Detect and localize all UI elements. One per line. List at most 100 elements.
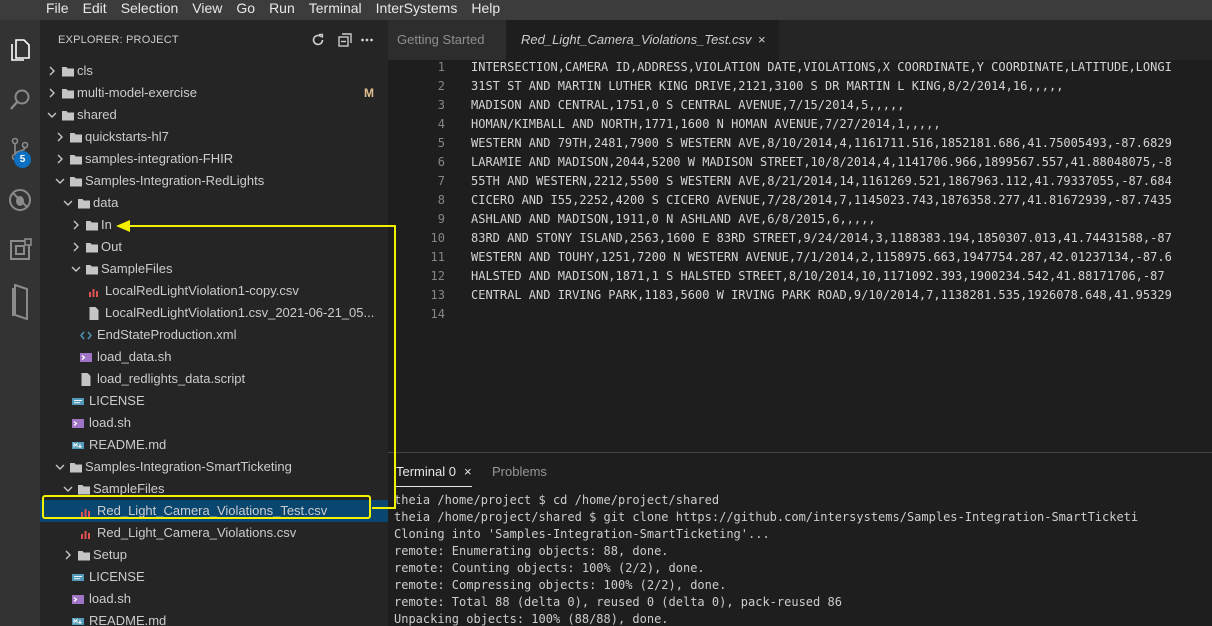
code-editor[interactable]: INTERSECTION,CAMERA ID,ADDRESS,VIOLATION… [471,58,1212,324]
terminal-output[interactable]: theia /home/project $ cd /home/project/s… [394,492,1212,626]
close-tab-icon[interactable]: × [758,20,766,60]
tab-getting-started[interactable]: Getting Started [388,20,506,60]
tree-item-label: samples-integration-FHIR [85,151,234,166]
tree-item-label: LocalRedLightViolation1.csv_2021-06-21_0… [105,305,375,320]
tree-item-endstateproduction-xml[interactable]: EndStateProduction.xml [40,324,388,346]
tree-item-load-sh[interactable]: load.sh [40,588,388,610]
menu-help[interactable]: Help [464,0,507,20]
more-icon[interactable] [358,31,376,49]
menu-go[interactable]: Go [229,0,262,20]
line-number: 11 [430,250,445,264]
line-number: 1 [437,60,445,74]
folder-icon [85,258,99,280]
menu-edit[interactable]: Edit [76,0,114,20]
line-number: 12 [430,269,445,283]
activity-bar: 5 [0,20,40,626]
tree-item-localredlightviolation1-copy-csv[interactable]: LocalRedLightViolation1-copy.csv [40,280,388,302]
close-terminal-icon[interactable]: × [464,464,472,479]
tree-item-samples-integration-fhir[interactable]: samples-integration-FHIR [40,148,388,170]
tree-item-label: SampleFiles [101,261,173,276]
line-number: 4 [437,117,445,131]
chevron-right-icon[interactable] [70,214,82,236]
tree-item-quickstarts-hl7[interactable]: quickstarts-hl7 [40,126,388,148]
menu-file[interactable]: File [0,0,76,20]
panel-tab-bar: Terminal 0 × Problems [388,453,1212,491]
line-number: 10 [430,231,445,245]
chevron-right-icon[interactable] [54,126,66,148]
tree-item-cls[interactable]: cls [40,60,388,82]
menu-terminal[interactable]: Terminal [302,0,369,20]
tree-item-load-data-sh[interactable]: load_data.sh [40,346,388,368]
tree-item-out[interactable]: Out [40,236,388,258]
tree-item-samplefiles[interactable]: SampleFiles [40,478,388,500]
chevron-down-icon[interactable] [46,104,58,126]
chevron-right-icon[interactable] [46,82,58,104]
tab-terminal[interactable]: Terminal 0 × [396,463,472,487]
tree-item-samples-integration-smartticketing[interactable]: Samples-Integration-SmartTicketing [40,456,388,478]
tree-item-samples-integration-redlights[interactable]: Samples-Integration-RedLights [40,170,388,192]
chevron-right-icon[interactable] [62,544,74,566]
menu-run[interactable]: Run [262,0,302,20]
chevron-down-icon[interactable] [62,192,74,214]
folder-icon [85,236,99,258]
tree-item-label: load_redlights_data.script [97,371,246,386]
chevron-down-icon[interactable] [70,258,82,280]
chevron-down-icon[interactable] [62,478,74,500]
tab-label: Terminal 0 [396,464,456,479]
tree-item-label: LICENSE [89,393,145,408]
menu-view[interactable]: View [185,0,229,20]
chevron-down-icon[interactable] [54,456,66,478]
tree-item-label: load.sh [89,415,131,430]
chevron-right-icon[interactable] [46,60,58,82]
source-control-icon[interactable]: 5 [0,130,40,170]
search-icon[interactable] [0,80,40,120]
code-line: LARAMIE AND MADISON,2044,5200 W MADISON … [471,155,1172,169]
sh-file-icon [79,346,93,368]
collapse-all-icon[interactable] [336,31,354,49]
tab-problems[interactable]: Problems [492,463,547,487]
tree-item-in[interactable]: In [40,214,388,236]
editor-tab-bar: Getting Started Red_Light_Camera_Violati… [388,20,1212,60]
tree-item-license[interactable]: LICENSE [40,566,388,588]
tree-item-load-sh[interactable]: load.sh [40,412,388,434]
tree-item-localredlightviolation1-csv-2021-06-21-05[interactable]: LocalRedLightViolation1.csv_2021-06-21_0… [40,302,388,324]
tree-item-red-light-camera-violations-test-csv[interactable]: Red_Light_Camera_Violations_Test.csv [40,500,388,522]
tree-item-readme-md[interactable]: README.md [40,610,388,626]
tree-item-label: Samples-Integration-SmartTicketing [85,459,292,474]
tree-item-license[interactable]: LICENSE [40,390,388,412]
tree-item-shared[interactable]: shared [40,104,388,126]
folder-icon [85,214,99,236]
extensions-icon[interactable] [0,230,40,270]
tree-item-label: Red_Light_Camera_Violations_Test.csv [97,503,328,518]
chevron-down-icon[interactable] [54,170,66,192]
xml-file-icon [79,324,93,346]
refresh-icon[interactable] [309,31,327,49]
modified-badge: M [364,86,374,100]
tree-item-data[interactable]: data [40,192,388,214]
tree-item-multi-model-exercise[interactable]: multi-model-exercise M [40,82,388,104]
csv-file-icon [79,522,93,544]
tree-item-setup[interactable]: Setup [40,544,388,566]
objectscript-icon[interactable] [0,282,40,322]
csv-file-icon [87,280,101,302]
tree-item-red-light-camera-violations-csv[interactable]: Red_Light_Camera_Violations.csv [40,522,388,544]
folder-icon [69,456,83,478]
tree-item-load-redlights-data-script[interactable]: load_redlights_data.script [40,368,388,390]
explorer-icon[interactable] [0,30,40,70]
tree-item-samplefiles[interactable]: SampleFiles [40,258,388,280]
tab-red-light-test-csv[interactable]: Red_Light_Camera_Violations_Test.csv × [506,20,779,60]
debug-icon[interactable] [0,180,40,220]
tree-item-readme-md[interactable]: README.md [40,434,388,456]
chevron-right-icon[interactable] [70,236,82,258]
line-number: 14 [430,307,445,321]
tree-item-label: quickstarts-hl7 [85,129,169,144]
line-number: 13 [430,288,445,302]
explorer-sidebar: EXPLORER: PROJECT cls multi-model-exercis… [40,20,388,626]
explorer-title: EXPLORER: PROJECT [58,34,179,46]
folder-icon [69,170,83,192]
menu-intersystems[interactable]: InterSystems [369,0,465,20]
license-file-icon [71,390,85,412]
chevron-right-icon[interactable] [54,148,66,170]
menu-selection[interactable]: Selection [114,0,186,20]
